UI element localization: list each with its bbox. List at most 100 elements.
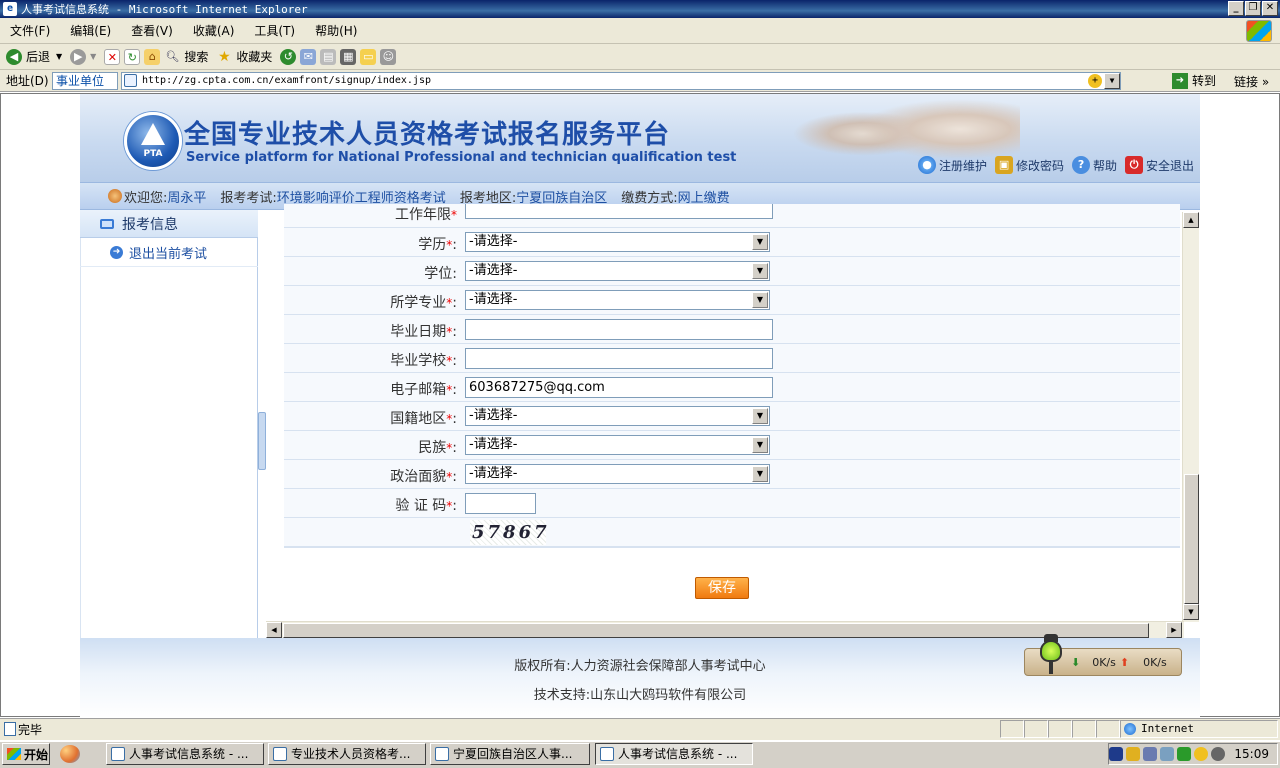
- political-status-select[interactable]: -请选择- ▼: [465, 464, 770, 484]
- address-dropdown-icon[interactable]: ▼: [1104, 73, 1120, 89]
- graduation-date-input[interactable]: [465, 319, 773, 340]
- scroll-down-icon[interactable]: ▼: [1183, 604, 1199, 620]
- form-row-graduation-date: 毕业日期*:: [284, 315, 1180, 344]
- go-button[interactable]: ➜ 转到: [1172, 72, 1216, 89]
- forward-dropdown-icon[interactable]: ▼: [90, 52, 96, 61]
- taskbar-item-active[interactable]: 人事考试信息系统 - ...: [595, 743, 753, 765]
- security-icon[interactable]: [1177, 747, 1192, 761]
- menu-favorites[interactable]: 收藏(A): [193, 22, 235, 39]
- ie-icon: [600, 747, 614, 761]
- links-button[interactable]: 链接 »: [1234, 73, 1269, 90]
- ie-icon: e: [3, 2, 17, 16]
- print-icon[interactable]: ▤: [320, 48, 337, 65]
- address-select[interactable]: 事业单位: [52, 71, 118, 90]
- education-select[interactable]: -请选择- ▼: [465, 232, 770, 252]
- stop-icon[interactable]: ✕: [104, 48, 121, 65]
- horizontal-scroll-thumb[interactable]: [283, 623, 1149, 638]
- site-subtitle: Service platform for National Profession…: [186, 150, 737, 165]
- menu-help[interactable]: 帮助(H): [315, 22, 357, 39]
- qq-icon[interactable]: [1126, 747, 1141, 761]
- nav-register-maintain[interactable]: ● 注册维护: [918, 156, 987, 174]
- chevron-down-icon: ▼: [752, 408, 768, 424]
- nav-help[interactable]: ? 帮助: [1072, 156, 1117, 174]
- volume-icon[interactable]: [1160, 747, 1175, 761]
- menu-view[interactable]: 查看(V): [131, 22, 173, 39]
- sidebar-item-exit-exam[interactable]: ➜ 退出当前考试: [80, 239, 258, 267]
- discuss-icon[interactable]: ▭: [360, 48, 377, 65]
- email-input[interactable]: 603687275@qq.com: [465, 377, 773, 398]
- menu-edit[interactable]: 编辑(E): [70, 22, 111, 39]
- update-icon[interactable]: [1194, 747, 1209, 761]
- exam-name: 环境影响评价工程师资格考试: [276, 190, 446, 206]
- form-row-email: 电子邮箱*: 603687275@qq.com: [284, 373, 1180, 402]
- back-button[interactable]: ◀ 后退 ▼: [6, 48, 62, 65]
- scroll-up-icon[interactable]: ▲: [1183, 212, 1199, 228]
- scroll-right-icon[interactable]: ▶: [1166, 622, 1182, 638]
- exam-label: 报考考试:: [220, 190, 277, 206]
- clock[interactable]: 15:09: [1234, 747, 1269, 761]
- sidebar-collapse-handle[interactable]: [258, 412, 266, 470]
- taskbar-item[interactable]: 宁夏回族自治区人事...: [430, 743, 590, 765]
- taskbar-item[interactable]: 人事考试信息系统 - ...: [106, 743, 264, 765]
- sidebar-header-label: 报考信息: [122, 216, 178, 233]
- nav-logout[interactable]: ⏻ 安全退出: [1125, 156, 1194, 174]
- captcha-image[interactable]: 57867: [470, 520, 547, 545]
- forward-button[interactable]: ▶ ▼: [70, 48, 96, 65]
- menu-tools[interactable]: 工具(T): [254, 22, 295, 39]
- compat-icon[interactable]: +: [1088, 74, 1102, 88]
- go-arrow-icon: ➜: [1172, 72, 1188, 89]
- edit-icon[interactable]: ▦: [340, 48, 357, 65]
- ethnicity-select[interactable]: -请选择- ▼: [465, 435, 770, 455]
- status-cell: [1024, 720, 1048, 738]
- address-url-input[interactable]: http://zg.cpta.com.cn/examfront/signup/i…: [121, 72, 1121, 90]
- taskbar-item[interactable]: 专业技术人员资格考...: [268, 743, 426, 765]
- network-icon[interactable]: [1143, 747, 1158, 761]
- start-button[interactable]: 开始: [2, 743, 50, 765]
- major-select[interactable]: -请选择- ▼: [465, 290, 770, 310]
- vertical-scroll-thumb[interactable]: [1184, 474, 1199, 604]
- status-cell: [1072, 720, 1096, 738]
- field-label: 学历*:: [418, 237, 457, 253]
- graduation-school-input[interactable]: [465, 348, 773, 369]
- left-sidebar: [80, 210, 258, 638]
- globe-icon: [1124, 723, 1136, 735]
- close-button[interactable]: ✕: [1262, 1, 1278, 16]
- nav-change-password[interactable]: ▣ 修改密码: [995, 156, 1064, 174]
- form-row-ethnicity: 民族*: -请选择- ▼: [284, 431, 1180, 460]
- window-title-bar[interactable]: e 人事考试信息系统 - Microsoft Internet Explorer: [0, 0, 1280, 18]
- star-icon: ★: [218, 48, 231, 65]
- download-speed: 0K/s: [1092, 655, 1116, 669]
- maximize-button[interactable]: ❐: [1245, 1, 1261, 16]
- status-cell: [1096, 720, 1120, 738]
- address-label: 地址(D): [6, 74, 49, 88]
- captcha-input[interactable]: [465, 493, 536, 514]
- chevron-down-icon: ▼: [752, 234, 768, 250]
- back-dropdown-icon[interactable]: ▼: [56, 52, 62, 61]
- ime-icon[interactable]: [1109, 747, 1124, 761]
- menu-file[interactable]: 文件(F): [10, 22, 50, 39]
- nationality-select[interactable]: -请选择- ▼: [465, 406, 770, 426]
- vertical-scrollbar[interactable]: ▲ ▼: [1182, 212, 1199, 622]
- scroll-left-icon[interactable]: ◀: [266, 622, 282, 638]
- home-icon[interactable]: ⌂: [144, 48, 161, 65]
- messenger-icon[interactable]: ☺: [380, 48, 397, 65]
- sidebar-item-exam-info[interactable]: 报考信息: [80, 210, 258, 238]
- upload-speed: 0K/s: [1143, 655, 1167, 669]
- arrow-circle-icon: ➜: [110, 246, 123, 259]
- refresh-icon[interactable]: ↻: [124, 48, 141, 65]
- pay-label: 缴费方式:: [621, 190, 678, 206]
- mail-icon[interactable]: ✉: [300, 48, 317, 65]
- history-icon[interactable]: ↺: [280, 48, 297, 65]
- minimize-button[interactable]: _: [1228, 1, 1244, 16]
- work-years-input[interactable]: [465, 204, 773, 219]
- favorites-button[interactable]: ★ 收藏夹: [216, 48, 272, 65]
- back-arrow-icon: ◀: [6, 48, 22, 65]
- degree-select[interactable]: -请选择- ▼: [465, 261, 770, 281]
- user-avatar-icon: [108, 189, 122, 203]
- search-button[interactable]: 🔍︎ 搜索: [164, 48, 208, 65]
- save-button[interactable]: 保存: [695, 577, 749, 599]
- tray-app-icon[interactable]: [1211, 747, 1226, 761]
- field-label: 毕业学校*:: [390, 353, 457, 369]
- welcome-label: 欢迎您:: [124, 190, 168, 206]
- quick-launch-icon[interactable]: [60, 745, 80, 763]
